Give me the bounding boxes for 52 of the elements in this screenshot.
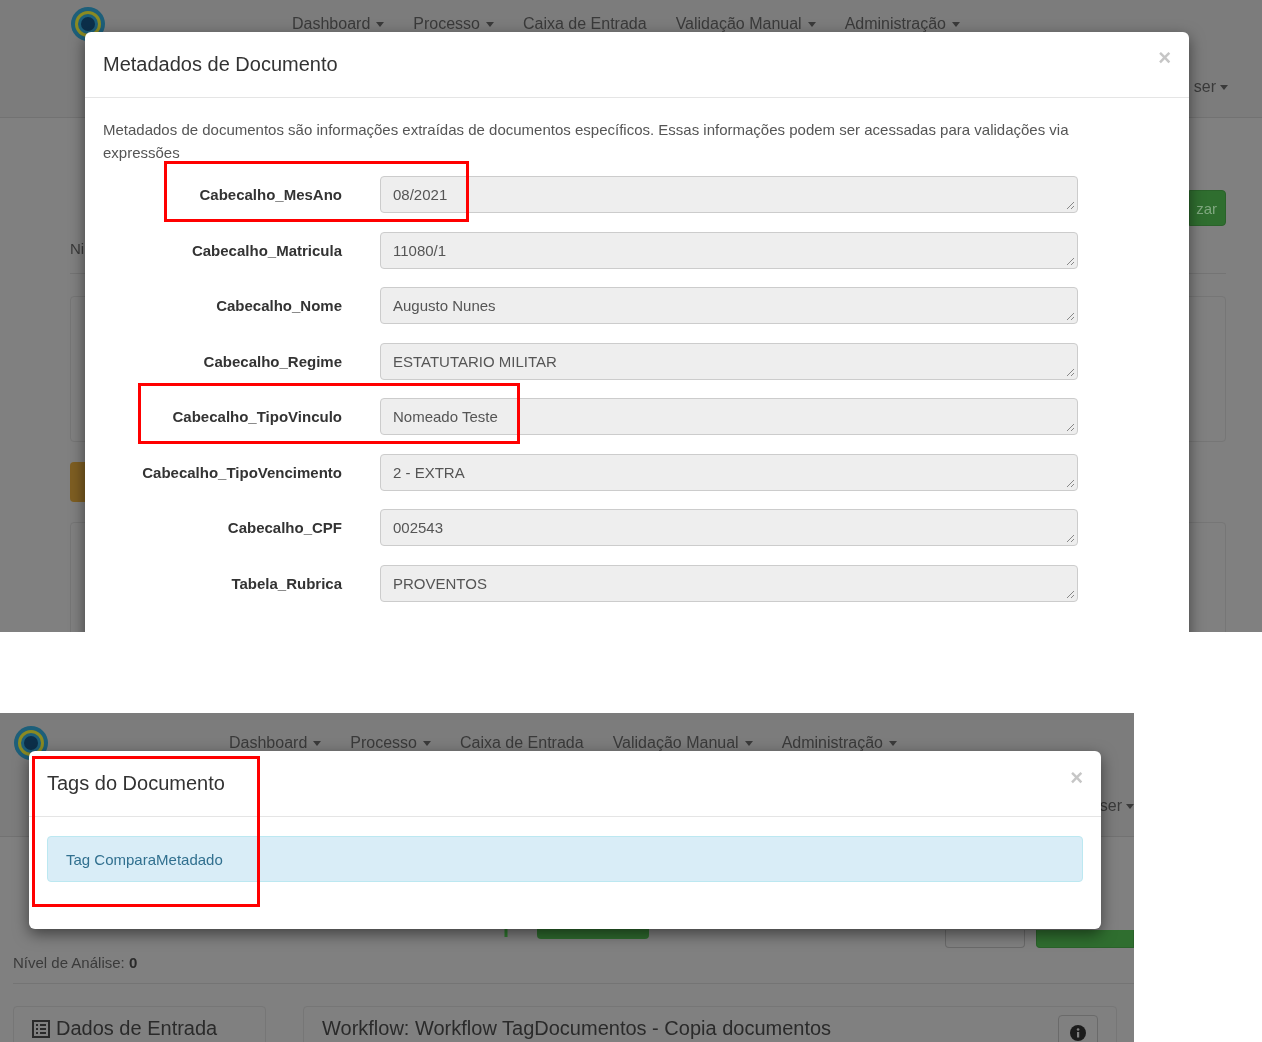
field-label: Cabecalho_MesAno — [199, 186, 342, 203]
modal-title: Tags do Documento — [47, 772, 225, 795]
text-field[interactable]: ESTATUTARIO MILITAR — [380, 342, 1078, 380]
resize-grip-icon — [1066, 478, 1075, 488]
nav-menu-item[interactable]: Caixa de Entrada — [523, 15, 647, 33]
list-icon — [32, 1019, 50, 1038]
user-menu[interactable]: ser — [1193, 78, 1228, 96]
resize-grip-icon — [1066, 423, 1075, 432]
resize-grip-icon — [1066, 589, 1075, 599]
text-field[interactable]: Nomeado Teste — [380, 398, 1078, 435]
nav-menu-item[interactable]: Processo — [350, 734, 431, 752]
resize-grip-icon — [1066, 312, 1075, 321]
tag-alert: Tag ComparaMetadado — [47, 836, 1083, 882]
analysis-level-text: Ni — [70, 240, 85, 257]
refresh-button[interactable] — [1036, 930, 1134, 948]
nav-menu-item[interactable]: Dashboard — [292, 15, 385, 33]
field-label: Cabecalho_Matricula — [191, 241, 342, 259]
nav-menu-item[interactable]: Dashboard — [229, 734, 322, 752]
panel-title: Workflow: Workflow TagDocumentos - Copia documentos — [322, 1017, 832, 1040]
resize-grip-icon — [1066, 256, 1075, 266]
close-button[interactable]: × — [1070, 766, 1083, 789]
text-field[interactable]: 2 - EXTRA — [380, 453, 1078, 491]
action-button[interactable] — [70, 462, 85, 502]
text-field[interactable]: Augusto Nunes — [380, 287, 1078, 324]
analysis-level-text: Nível de Análise: 0 — [13, 954, 138, 971]
modal-title: Metadados de Documento — [103, 53, 338, 76]
nav-menu-item[interactable]: Validação Manual — [675, 15, 816, 33]
field-label: Tabela_Rubrica — [231, 574, 342, 592]
nav-menu-item[interactable]: Administração — [781, 734, 897, 752]
text-field[interactable]: 08/2021 — [380, 176, 1078, 213]
nav-menu-item[interactable]: Processo — [413, 15, 494, 33]
resize-grip-icon — [1066, 367, 1075, 377]
info-button[interactable] — [1058, 1015, 1098, 1042]
nav-menu-item[interactable]: Administração — [844, 15, 960, 33]
field-label: Cabecalho_TipoVinculo — [172, 408, 342, 425]
resize-grip-icon — [1066, 534, 1075, 543]
field-label: Cabecalho_Nome — [216, 297, 342, 314]
text-field[interactable]: PROVENTOS — [380, 564, 1078, 602]
text-field[interactable]: 002543 — [380, 509, 1078, 546]
panel-title: Dados de Entrada — [56, 1017, 218, 1040]
user-menu[interactable]: ser — [1099, 797, 1134, 815]
field-label: Cabecalho_TipoVencimento — [142, 463, 342, 481]
actions-button[interactable] — [945, 930, 1025, 948]
text-field[interactable]: 11080/1 — [380, 231, 1078, 269]
nav-menu-item[interactable]: Caixa de Entrada — [460, 734, 584, 752]
close-button[interactable]: × — [1158, 46, 1171, 69]
field-label: Cabecalho_Regime — [203, 352, 342, 370]
nav-menu-item[interactable]: Validação Manual — [612, 734, 753, 752]
refresh-button[interactable]: zar — [1189, 190, 1226, 226]
description-text: Metadados de documentos são informações extraídas de documentos específicos. Essas informações podem ser acessadas para validações via expressões — [103, 120, 1070, 163]
resize-grip-icon — [1066, 201, 1075, 210]
field-label: Cabecalho_CPF — [227, 519, 342, 536]
